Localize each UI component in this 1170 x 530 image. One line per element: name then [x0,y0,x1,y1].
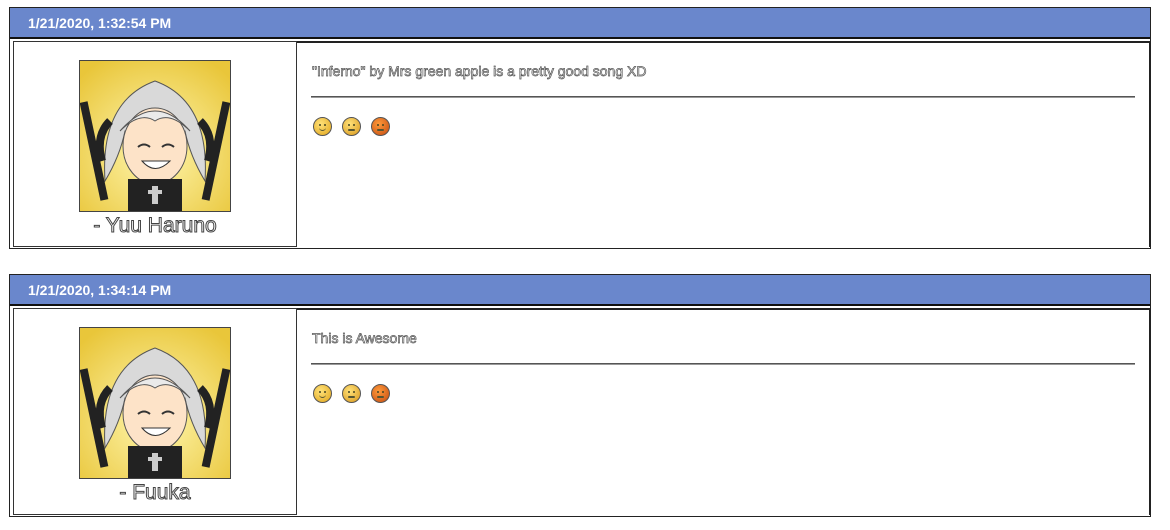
post-body: - Fuuka This is Awesome [10,306,1150,516]
avatar[interactable] [79,327,231,479]
angry-reaction-icon[interactable] [371,117,390,136]
anime-avatar-icon [80,61,230,211]
content-cell: This is Awesome [297,308,1150,515]
author-name: - Fuuka [119,481,191,505]
neutral-reaction-icon[interactable] [342,384,361,403]
angry-reaction-icon[interactable] [371,384,390,403]
neutral-reaction-icon[interactable] [342,117,361,136]
reaction-bar [313,117,390,136]
post-card: 1/21/2020, 1:32:54 PM - Yuu Haruno "Infe… [9,7,1151,249]
smile-reaction-icon[interactable] [313,384,332,403]
reaction-bar [313,384,390,403]
smile-reaction-icon[interactable] [313,117,332,136]
author-name: - Yuu Haruno [93,214,217,238]
post-card: 1/21/2020, 1:34:14 PM - Fuuka This is Aw… [9,274,1151,517]
divider [311,96,1135,98]
post-message: This is Awesome [312,330,417,347]
post-timestamp: 1/21/2020, 1:34:14 PM [10,275,1150,306]
post-message: "Inferno" by Mrs green apple is a pretty… [312,63,647,80]
author-cell: - Yuu Haruno [13,41,297,247]
post-timestamp: 1/21/2020, 1:32:54 PM [10,8,1150,39]
author-cell: - Fuuka [13,308,297,515]
avatar[interactable] [79,60,231,212]
post-body: - Yuu Haruno "Inferno" by Mrs green appl… [10,39,1150,248]
content-cell: "Inferno" by Mrs green apple is a pretty… [297,41,1150,247]
anime-avatar-icon [80,328,230,478]
divider [311,363,1135,365]
